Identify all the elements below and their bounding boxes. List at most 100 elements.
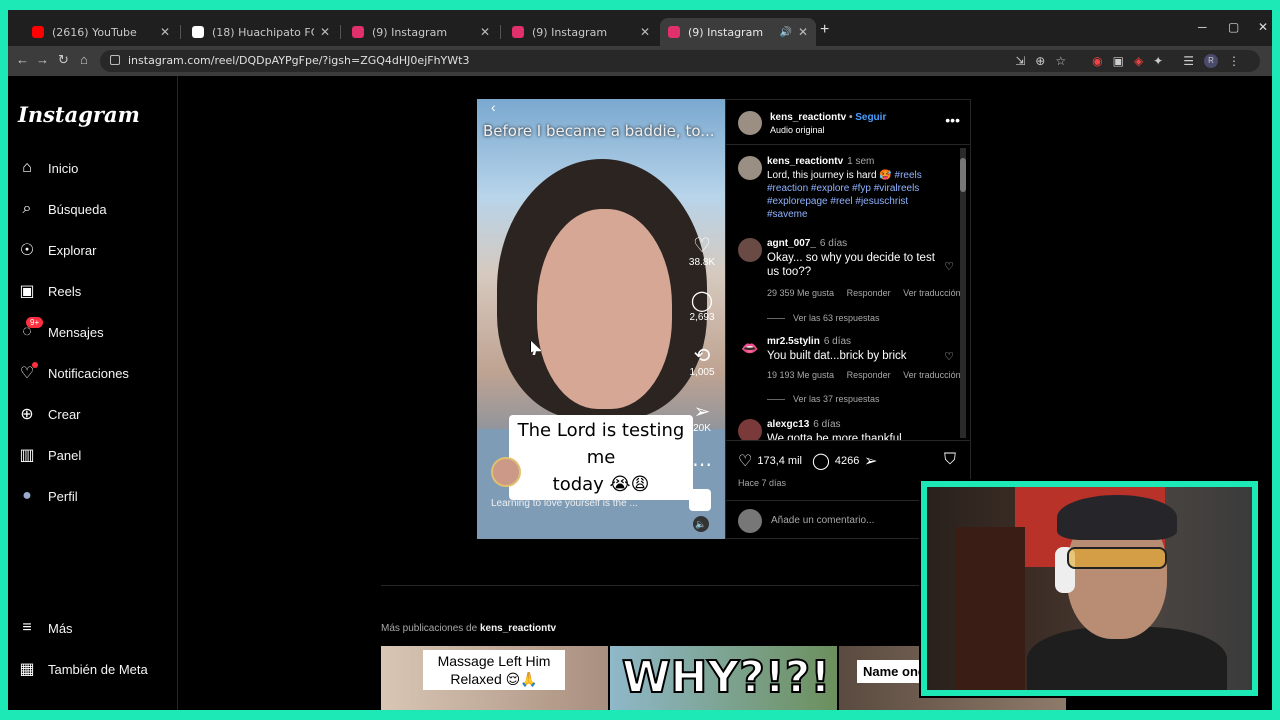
menu-kebab-icon[interactable]: ⋮ (1228, 54, 1240, 68)
post-thumbnail[interactable]: Massage Left Him Relaxed 😌🙏 (381, 646, 608, 710)
back-icon[interactable]: ← (16, 52, 29, 67)
close-tab-icon[interactable]: ✕ (480, 25, 490, 39)
post-header: kens_reactiontv • Seguir Audio original … (726, 100, 970, 145)
reel-comment-button[interactable]: ◯ 2,693 (687, 290, 717, 323)
translate-button[interactable]: Ver traducción (903, 288, 961, 298)
reel-video[interactable]: ‹ Before I became a baddie, to... ♡ 38.8… (477, 99, 725, 539)
home-icon: ⌂ (22, 159, 32, 176)
avatar[interactable] (738, 111, 762, 135)
minimize-button[interactable]: ─ (1198, 20, 1207, 34)
compass-icon: ☉ (19, 242, 35, 259)
post-thumbnail[interactable]: WHY?!?! (610, 646, 837, 710)
sidebar: Instagram ⌂ Inicio ⌕ Búsqueda ☉ Explorar… (8, 76, 178, 710)
reading-list-icon[interactable]: ☰ (1183, 54, 1194, 68)
avatar (738, 509, 762, 533)
back-chevron-icon[interactable]: ‹ (491, 99, 496, 115)
comment-like-icon[interactable]: ♡ (944, 260, 954, 273)
menu-icon: ≡ (22, 619, 32, 636)
instagram-icon (512, 26, 524, 38)
mute-icon[interactable]: 🔈 (693, 516, 709, 532)
instagram-logo[interactable]: Instagram (18, 102, 140, 127)
address-bar[interactable]: instagram.com/reel/DQDpAYPgFpe/?igsh=ZGQ… (100, 50, 1260, 72)
youtube-icon (32, 26, 44, 38)
browser-tab-bar: (2616) YouTube ✕ (18) Huachipato FC en X… (8, 10, 1272, 46)
tab-instagram-1[interactable]: (9) Instagram ✕ (344, 18, 498, 46)
like-button[interactable]: ♡ 173,4 mil (738, 451, 802, 471)
close-tab-icon[interactable]: ✕ (798, 25, 808, 39)
translate-button[interactable]: Ver traducción (903, 370, 961, 380)
unread-badge: 9+ (26, 317, 44, 328)
nav-home[interactable]: ⌂ Inicio (18, 156, 78, 180)
x-icon (192, 26, 204, 38)
nav-also-from-meta[interactable]: ▦ También de Meta (18, 657, 147, 681)
nav-profile[interactable]: ● Perfil (18, 484, 77, 508)
tab-youtube[interactable]: (2616) YouTube ✕ (24, 18, 178, 46)
nav-explore[interactable]: ☉ Explorar (18, 238, 97, 262)
zoom-icon[interactable]: ⊕ (1035, 54, 1045, 68)
tab-instagram-active[interactable]: (9) Instagram 🔊 ✕ (660, 18, 816, 46)
reel-description[interactable]: Learning to love yourself is the ... (491, 498, 638, 509)
reel-author[interactable]: che... w (491, 457, 655, 487)
forward-icon[interactable]: → (36, 52, 49, 67)
extension-icon[interactable]: ◈ (1134, 54, 1143, 68)
tab-x[interactable]: (18) Huachipato FC en X: "❤️‍🔥 H ✕ (184, 18, 338, 46)
save-button[interactable]: ⛉ (944, 451, 961, 469)
post-date: Hace 7 días (738, 478, 787, 488)
view-replies-button[interactable]: Ver las 63 respuestas (767, 313, 880, 323)
close-tab-icon[interactable]: ✕ (320, 25, 330, 39)
new-tab-button[interactable]: + (820, 21, 829, 39)
video-overlay-text: Before I became a baddie, to... (483, 122, 715, 140)
avatar[interactable] (738, 156, 762, 180)
home-icon[interactable]: ⌂ (80, 52, 88, 67)
tab-instagram-2[interactable]: (9) Instagram ✕ (504, 18, 658, 46)
nav-notifications[interactable]: ♡ Notificaciones (18, 361, 129, 385)
reply-button[interactable]: Responder (847, 288, 891, 298)
comment-like-icon[interactable]: ♡ (944, 350, 954, 363)
view-replies-button[interactable]: Ver las 37 respuestas (767, 394, 880, 404)
comment-button[interactable]: ◯ 4266 (812, 451, 859, 471)
speaker-icon[interactable]: 🔊 (779, 27, 791, 38)
close-window-button[interactable]: ✕ (1258, 20, 1268, 34)
nav-create[interactable]: ⊕ Crear (18, 402, 80, 426)
reel-repost-button[interactable]: ⟲ 1,005 (687, 345, 717, 378)
reel-like-button[interactable]: ♡ 38.8K (687, 235, 717, 268)
audio-label[interactable]: Audio original (770, 125, 825, 135)
comments-scrollbar[interactable] (960, 148, 966, 438)
reply-button[interactable]: Responder (847, 370, 891, 380)
extension-icon[interactable]: ▣ (1113, 54, 1124, 68)
comment-icon: ◯ (812, 453, 830, 470)
profile-avatar[interactable]: R (1204, 54, 1218, 68)
follow-button[interactable]: Seguir (855, 112, 886, 123)
reload-icon[interactable]: ↻ (58, 52, 69, 68)
more-options-icon[interactable]: ••• (945, 112, 960, 128)
puzzle-icon[interactable]: ✦ (1153, 54, 1163, 68)
avatar[interactable] (738, 238, 762, 262)
share-button[interactable]: ➢ (864, 451, 882, 471)
nav-messages[interactable]: ◌ 9+ Mensajes (18, 317, 104, 344)
maximize-button[interactable]: ▢ (1228, 20, 1239, 34)
add-comment-input[interactable]: Añade un comentario... (771, 515, 874, 526)
follow-button[interactable]: w (647, 466, 655, 478)
nav-search[interactable]: ⌕ Búsqueda (18, 197, 107, 221)
close-tab-icon[interactable]: ✕ (160, 25, 170, 39)
close-tab-icon[interactable]: ✕ (640, 25, 650, 39)
nav-reels[interactable]: ▣ Reels (18, 279, 81, 303)
search-icon: ⌕ (22, 200, 32, 217)
nav-more[interactable]: ≡ Más (18, 616, 72, 640)
lips-avatar[interactable]: 👄 (738, 336, 762, 360)
repost-icon: ⟲ (693, 345, 711, 367)
extension-icon[interactable]: ◉ (1092, 54, 1102, 68)
post-username[interactable]: kens_reactiontv (770, 112, 846, 123)
install-icon[interactable]: ⇲ (1015, 54, 1025, 68)
audio-thumbnail[interactable] (689, 489, 711, 511)
bookmark-icon: ⛉ (944, 451, 957, 468)
nav-panel[interactable]: ▥ Panel (18, 443, 81, 467)
messenger-icon: ◌ 9+ (18, 317, 44, 341)
heart-icon: ♡ (18, 362, 38, 382)
post-panel: kens_reactiontv • Seguir Audio original … (725, 99, 971, 539)
browser-toolbar: ← → ↻ ⌂ instagram.com/reel/DQDpAYPgFpe/?… (8, 46, 1272, 76)
bookmark-star-icon[interactable]: ☆ (1055, 54, 1066, 68)
site-info-icon[interactable] (110, 55, 120, 65)
heart-icon: ♡ (693, 235, 711, 257)
avatar[interactable] (738, 419, 762, 440)
